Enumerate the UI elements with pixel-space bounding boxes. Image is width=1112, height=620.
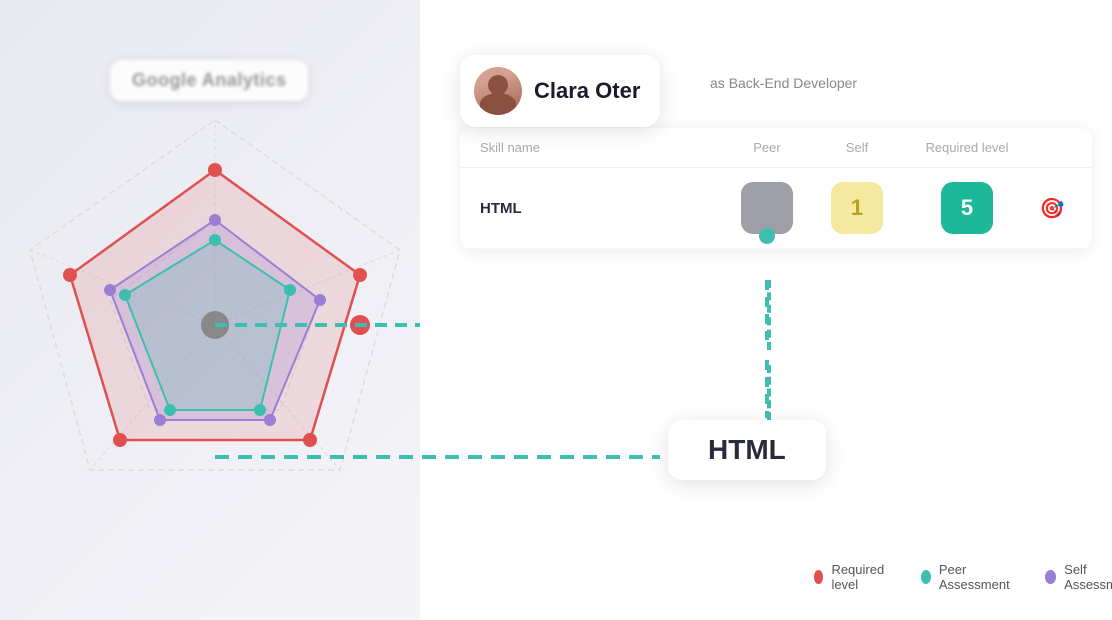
table-row: HTML 1 5 🎯 [460, 168, 1092, 249]
required-badge: 5 [941, 182, 993, 234]
vertical-line-bottom [767, 365, 771, 420]
peer-badge [741, 182, 793, 234]
table-header: Skill name Peer Self Required level [460, 128, 1092, 168]
radar-area: Google Analytics [0, 0, 480, 620]
legend-label-self: Self Assessment [1064, 562, 1112, 592]
legend-dot-self [1045, 570, 1056, 584]
profile-name: Clara Oter [534, 78, 640, 104]
col-header-self: Self [812, 140, 902, 155]
peer-score-cell [722, 182, 812, 234]
legend-label-peer: Peer Assessment [939, 562, 1013, 592]
html-label-box: HTML [668, 420, 826, 480]
avatar [474, 67, 522, 115]
self-score-cell: 1 [812, 182, 902, 234]
vertical-line-top [767, 280, 771, 350]
legend-dot-peer [921, 570, 931, 584]
radar-chart [0, 80, 460, 570]
right-content-area: Clara Oter as Back-End Developer Skill n… [420, 0, 1112, 620]
legend: Required level Peer Assessment Self Asse… [840, 562, 1112, 592]
legend-item-peer: Peer Assessment [921, 562, 1014, 592]
target-icon: 🎯 [1040, 196, 1065, 221]
legend-item-self: Self Assessment [1045, 562, 1112, 592]
col-header-skill-name: Skill name [480, 140, 722, 155]
col-header-required-level: Required level [902, 140, 1032, 155]
legend-item-required: Required level [814, 562, 889, 592]
self-badge: 1 [831, 182, 883, 234]
skills-table: Skill name Peer Self Required level HTML… [460, 128, 1092, 249]
legend-label-required: Required level [831, 562, 888, 592]
skill-name-cell: HTML [480, 200, 722, 217]
action-cell[interactable]: 🎯 [1032, 196, 1072, 221]
role-label: Back-End Developer [729, 75, 857, 91]
legend-dot-required [814, 570, 824, 584]
profile-header: Clara Oter [460, 55, 660, 127]
col-header-peer: Peer [722, 140, 812, 155]
avatar-image [474, 67, 522, 115]
role-text: as Back-End Developer [710, 75, 857, 91]
required-score-cell: 5 [902, 182, 1032, 234]
